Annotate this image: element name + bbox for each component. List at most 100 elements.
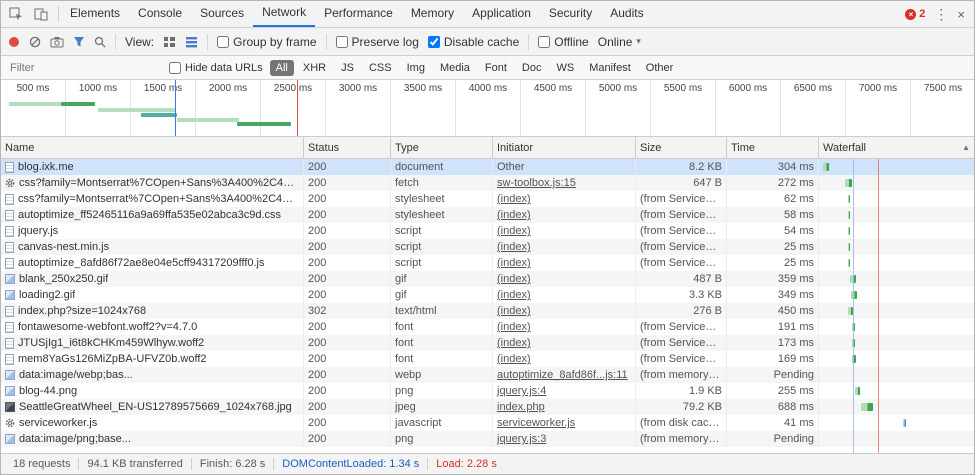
offline-checkbox[interactable]: Offline bbox=[538, 35, 588, 49]
request-initiator[interactable]: (index) bbox=[497, 337, 531, 349]
tab-application[interactable]: Application bbox=[463, 1, 540, 27]
request-initiator[interactable]: jquery.js:4 bbox=[497, 385, 546, 397]
type-filter-css[interactable]: CSS bbox=[363, 60, 398, 76]
filter-input[interactable] bbox=[8, 61, 162, 75]
table-row[interactable]: css?family=Montserrat%7COpen+Sans%3A400%… bbox=[1, 191, 974, 207]
request-initiator[interactable]: autoptimize_8afd86f...js:11 bbox=[497, 369, 628, 381]
type-filter-img[interactable]: Img bbox=[401, 60, 431, 76]
table-row[interactable]: canvas-nest.min.js 200 script (index) (f… bbox=[1, 239, 974, 255]
show-overview-icon[interactable] bbox=[185, 36, 198, 48]
table-row[interactable]: fontawesome-webfont.woff2?v=4.7.0 200 fo… bbox=[1, 319, 974, 335]
hide-data-urls-checkbox[interactable]: Hide data URLs bbox=[169, 62, 263, 74]
table-row[interactable]: data:image/png;base... 200 png jquery.js… bbox=[1, 431, 974, 447]
tab-elements[interactable]: Elements bbox=[61, 1, 129, 27]
request-initiator[interactable]: (index) bbox=[497, 305, 531, 317]
error-count: 2 bbox=[919, 8, 925, 20]
table-row[interactable]: serviceworker.js 200 javascript servicew… bbox=[1, 415, 974, 431]
timeline-tick: 5000 ms bbox=[586, 80, 651, 136]
throttling-dropdown[interactable]: Online ▾ bbox=[598, 35, 641, 49]
request-waterfall bbox=[819, 415, 974, 431]
request-initiator[interactable]: (index) bbox=[497, 353, 531, 365]
request-size: (from memory cache) bbox=[636, 431, 727, 447]
tab-console[interactable]: Console bbox=[129, 1, 191, 27]
request-name: css?family=Montserrat%7COpen+Sans%3A400%… bbox=[18, 191, 299, 207]
type-filter-manifest[interactable]: Manifest bbox=[583, 60, 637, 76]
request-initiator[interactable]: (index) bbox=[497, 273, 531, 285]
request-initiator[interactable]: (index) bbox=[497, 209, 531, 221]
tab-network[interactable]: Network bbox=[253, 1, 315, 27]
record-button[interactable] bbox=[8, 36, 20, 48]
type-filter-ws[interactable]: WS bbox=[550, 60, 580, 76]
column-header-name[interactable]: Name bbox=[1, 137, 304, 158]
table-row[interactable]: blog-44.png 200 png jquery.js:4 1.9 KB 2… bbox=[1, 383, 974, 399]
disable-cache-checkbox[interactable]: Disable cache bbox=[428, 35, 519, 49]
type-filter-xhr[interactable]: XHR bbox=[297, 60, 332, 76]
filter-icon[interactable] bbox=[73, 36, 85, 48]
device-toolbar-icon[interactable] bbox=[30, 4, 52, 24]
column-header-waterfall[interactable]: Waterfall ▲ bbox=[819, 137, 974, 158]
request-type: fetch bbox=[391, 175, 493, 191]
table-row[interactable]: blank_250x250.gif 200 gif (index) 487 B … bbox=[1, 271, 974, 287]
clear-button[interactable] bbox=[29, 36, 41, 48]
tabbar-left-icons bbox=[1, 1, 56, 27]
table-row[interactable]: loading2.gif 200 gif (index) 3.3 KB 349 … bbox=[1, 287, 974, 303]
request-initiator[interactable]: (index) bbox=[497, 257, 531, 269]
error-icon: × bbox=[905, 9, 916, 20]
column-header-size[interactable]: Size bbox=[636, 137, 727, 158]
table-row[interactable]: SeattleGreatWheel_EN-US12789575669_1024x… bbox=[1, 399, 974, 415]
table-row[interactable]: css?family=Montserrat%7COpen+Sans%3A400%… bbox=[1, 175, 974, 191]
search-icon[interactable] bbox=[94, 36, 106, 48]
domcontentloaded-time: DOMContentLoaded: 1.34 s bbox=[273, 458, 427, 470]
request-initiator[interactable]: serviceworker.js bbox=[497, 417, 575, 429]
error-badge[interactable]: × 2 bbox=[905, 8, 925, 20]
page-icon bbox=[5, 210, 14, 221]
request-initiator[interactable]: (index) bbox=[497, 289, 531, 301]
type-filter-js[interactable]: JS bbox=[335, 60, 360, 76]
column-header-time[interactable]: Time bbox=[727, 137, 819, 158]
type-filter-other[interactable]: Other bbox=[640, 60, 680, 76]
large-rows-icon[interactable] bbox=[163, 36, 176, 48]
kebab-menu-icon[interactable]: ⋮ bbox=[934, 6, 948, 23]
capture-screenshots-icon[interactable] bbox=[50, 36, 64, 48]
inspect-element-icon[interactable] bbox=[5, 4, 27, 24]
table-row[interactable]: index.php?size=1024x768 302 text/html (i… bbox=[1, 303, 974, 319]
request-waterfall bbox=[819, 191, 974, 207]
table-row[interactable]: mem8YaGs126MiZpBA-UFVZ0b.woff2 200 font … bbox=[1, 351, 974, 367]
tab-security[interactable]: Security bbox=[540, 1, 601, 27]
request-initiator[interactable]: jquery.js:3 bbox=[497, 433, 546, 445]
request-initiator[interactable]: sw-toolbox.js:15 bbox=[497, 177, 576, 189]
table-row[interactable]: JTUSjIg1_i6t8kCHKm459Wlhyw.woff2 200 fon… bbox=[1, 335, 974, 351]
timeline-tick: 7000 ms bbox=[846, 80, 911, 136]
table-row[interactable]: jquery.js 200 script (index) (from Servi… bbox=[1, 223, 974, 239]
request-initiator[interactable]: index.php bbox=[497, 401, 545, 413]
close-icon[interactable]: × bbox=[957, 7, 965, 22]
type-filter-all[interactable]: All bbox=[270, 60, 294, 76]
request-initiator[interactable]: (index) bbox=[497, 225, 531, 237]
request-initiator[interactable]: (index) bbox=[497, 241, 531, 253]
request-status: 200 bbox=[304, 351, 391, 367]
tab-audits[interactable]: Audits bbox=[601, 1, 652, 27]
request-status: 200 bbox=[304, 319, 391, 335]
table-row[interactable]: data:image/webp;bas... 200 webp autoptim… bbox=[1, 367, 974, 383]
timeline-overview[interactable]: 500 ms1000 ms1500 ms2000 ms2500 ms3000 m… bbox=[1, 80, 974, 137]
table-row[interactable]: blog.ixk.me 200 document Other 8.2 KB 30… bbox=[1, 159, 974, 175]
type-filter-media[interactable]: Media bbox=[434, 60, 476, 76]
table-row[interactable]: autoptimize_ff52465116a9a69ffa535e02abca… bbox=[1, 207, 974, 223]
type-filter-font[interactable]: Font bbox=[479, 60, 513, 76]
timeline-tick: 500 ms bbox=[1, 80, 66, 136]
request-initiator[interactable]: (index) bbox=[497, 321, 531, 333]
tab-performance[interactable]: Performance bbox=[315, 1, 402, 27]
column-header-status[interactable]: Status bbox=[304, 137, 391, 158]
request-time: 169 ms bbox=[727, 351, 819, 367]
tab-memory[interactable]: Memory bbox=[402, 1, 463, 27]
tab-sources[interactable]: Sources bbox=[191, 1, 253, 27]
column-header-initiator[interactable]: Initiator bbox=[493, 137, 636, 158]
preserve-log-checkbox[interactable]: Preserve log bbox=[336, 35, 419, 49]
column-header-type[interactable]: Type bbox=[391, 137, 493, 158]
type-filter-doc[interactable]: Doc bbox=[516, 60, 548, 76]
request-name: SeattleGreatWheel_EN-US12789575669_1024x… bbox=[19, 399, 292, 415]
group-by-frame-checkbox[interactable]: Group by frame bbox=[217, 35, 316, 49]
waterfall-bar bbox=[852, 339, 856, 347]
request-initiator[interactable]: (index) bbox=[497, 193, 531, 205]
table-row[interactable]: autoptimize_8afd86f72ae8e04e5cff94317209… bbox=[1, 255, 974, 271]
